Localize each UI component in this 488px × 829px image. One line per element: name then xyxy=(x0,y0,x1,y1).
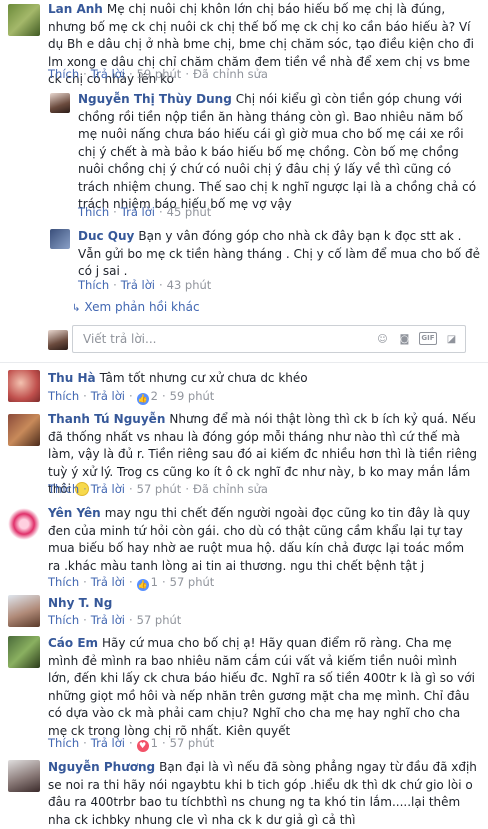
like-link[interactable]: Thích xyxy=(48,67,79,81)
comment: Nguyễn Phương Bạn đại là vì nếu đã sòng p… xyxy=(0,758,488,829)
reply-comment: Duc Quy Bạn y vân đóng góp cho nhà ck đây… xyxy=(0,228,488,298)
edited-label[interactable]: Đã chỉnh sửa xyxy=(193,67,268,81)
reply-link[interactable]: Trả lời xyxy=(121,278,155,292)
avatar[interactable] xyxy=(8,636,40,668)
commenter-name[interactable]: Yên Yên xyxy=(48,506,101,520)
comment: Nhy T. Ng Thích · Trả lời · 57 phút xyxy=(0,594,488,632)
divider xyxy=(0,362,488,363)
reaction-count[interactable]: 👍 1 xyxy=(136,575,158,591)
like-link[interactable]: Thích xyxy=(48,389,79,403)
timestamp[interactable]: 57 phút xyxy=(137,482,182,496)
avatar[interactable] xyxy=(8,370,40,402)
avatar[interactable] xyxy=(8,508,40,540)
reply-link[interactable]: Trả lời xyxy=(91,736,125,750)
current-user-avatar xyxy=(48,330,68,350)
commenter-name[interactable]: Nguyễn Phương xyxy=(48,760,155,774)
like-link[interactable]: Thích xyxy=(48,613,79,627)
heart-reaction-icon: ♥ xyxy=(136,740,149,752)
comment: Thu Hà Tâm tốt nhưng cư xử chưa dc khéo T… xyxy=(0,369,488,409)
avatar[interactable] xyxy=(8,414,40,446)
edited-label[interactable]: Đã chỉnh sửa xyxy=(193,482,268,496)
reply-link[interactable]: Trả lời xyxy=(91,575,125,589)
avatar[interactable] xyxy=(50,93,70,113)
like-link[interactable]: Thích xyxy=(48,736,79,750)
commenter-name[interactable]: Duc Quy xyxy=(78,229,134,243)
sticker-icon[interactable]: ◪ xyxy=(444,332,459,346)
like-reaction-icon: 👍 xyxy=(136,393,149,405)
like-link[interactable]: Thích xyxy=(48,482,79,496)
like-link[interactable]: Thích xyxy=(78,278,109,292)
commenter-name[interactable]: Nhy T. Ng xyxy=(48,596,112,610)
reply-link[interactable]: Trả lời xyxy=(91,613,125,627)
reaction-count[interactable]: 👍 2 xyxy=(136,389,158,405)
timestamp[interactable]: 57 phút xyxy=(170,736,215,750)
reply-input[interactable]: Viết trả lời... ☺ ◙ GIF ◪ xyxy=(72,325,466,353)
comment: Thanh Tú Nguyễn Nhưng để mà nói thật lòng… xyxy=(0,410,488,502)
gif-icon[interactable]: GIF xyxy=(419,332,437,345)
comment: Cáo Em Hãy cứ mua cho bố chị ạ! Hãy quan … xyxy=(0,634,488,752)
emoji-icon[interactable]: ☺ xyxy=(375,332,390,346)
commenter-name[interactable]: Cáo Em xyxy=(48,636,98,650)
reply-link[interactable]: Trả lời xyxy=(91,482,125,496)
reply-arrow-icon: ↳ xyxy=(72,303,81,314)
timestamp[interactable]: 59 phút xyxy=(170,389,215,403)
comment-text: Tâm tốt nhưng cư xử chưa dc khéo xyxy=(99,371,308,385)
like-reaction-icon: 👍 xyxy=(136,579,149,591)
reply-link[interactable]: Trả lời xyxy=(91,67,125,81)
commenter-name[interactable]: Nguyễn Thị Thùy Dung xyxy=(78,92,232,106)
commenter-name[interactable]: Thu Hà xyxy=(48,371,96,385)
timestamp[interactable]: 43 phút xyxy=(167,278,212,292)
like-link[interactable]: Thích xyxy=(48,575,79,589)
timestamp[interactable]: 59 phút xyxy=(137,67,182,81)
avatar[interactable] xyxy=(8,595,40,627)
avatar[interactable] xyxy=(8,760,40,792)
like-link[interactable]: Thích xyxy=(78,205,109,219)
comment-text: Hãy cứ mua cho bố chị ạ! Hãy quan điểm r… xyxy=(48,636,475,738)
comment-text: Chị nói kiểu gì còn tiền góp chung với c… xyxy=(78,92,477,211)
timestamp[interactable]: 45 phút xyxy=(167,205,212,219)
reply-link[interactable]: Trả lời xyxy=(91,389,125,403)
comment: Yên Yên may ngu thi chết đến người ngoài … xyxy=(0,504,488,591)
view-more-replies-link[interactable]: ↳ Xem phản hồi khác xyxy=(72,300,200,314)
commenter-name[interactable]: Lan Anh xyxy=(48,2,103,16)
reply-link[interactable]: Trả lời xyxy=(121,205,155,219)
avatar[interactable] xyxy=(50,229,70,249)
commenter-name[interactable]: Thanh Tú Nguyễn xyxy=(48,412,165,426)
comment-text: may ngu thi chết đến người ngoài đọc cũn… xyxy=(48,506,471,573)
reply-comment: Nguyễn Thị Thùy Dung Chị nói kiểu gì còn … xyxy=(0,90,488,220)
camera-icon[interactable]: ◙ xyxy=(397,332,412,346)
reply-input-placeholder: Viết trả lời... xyxy=(83,332,157,346)
comment-text: Bạn y vân đóng góp cho nhà ck đây bạn k … xyxy=(78,229,480,278)
comment: Lan Anh Mẹ chị nuôi chị khôn lớn chị báo … xyxy=(0,0,488,90)
avatar[interactable] xyxy=(8,4,40,36)
timestamp[interactable]: 57 phút xyxy=(137,613,182,627)
reaction-count[interactable]: ♥ 1 xyxy=(136,736,158,752)
timestamp[interactable]: 57 phút xyxy=(170,575,215,589)
